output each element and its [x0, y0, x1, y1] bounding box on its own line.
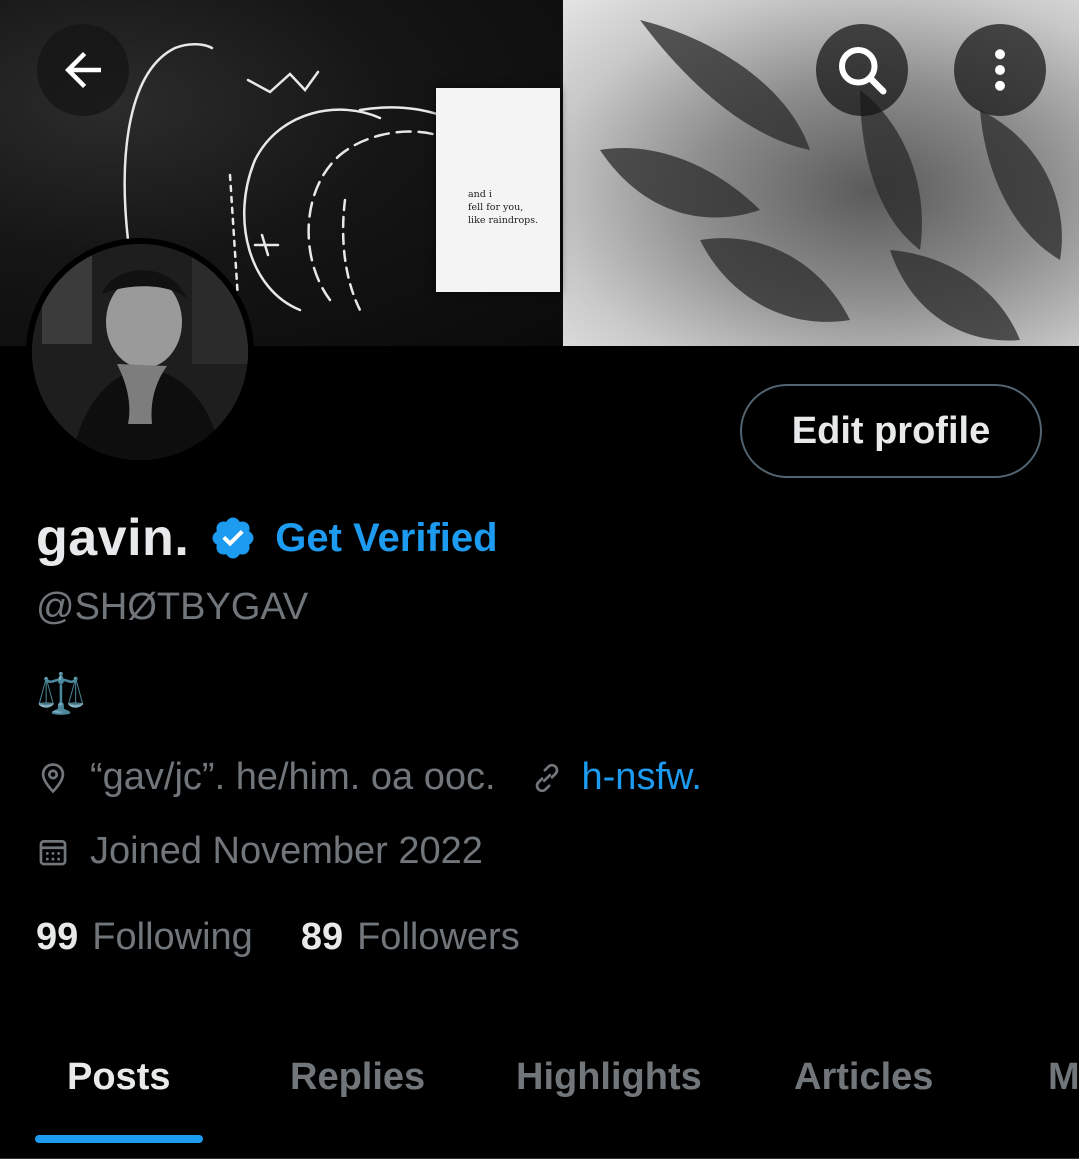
active-tab-indicator: [35, 1135, 203, 1143]
profile-bio: ⚖️: [36, 672, 86, 716]
more-options-button[interactable]: [954, 24, 1046, 116]
quote-card: and i fell for you, like raindrops.: [436, 88, 560, 292]
arrow-left-icon: [65, 52, 101, 88]
follow-stats: 99 Following 89 Followers: [36, 916, 568, 959]
edit-profile-button[interactable]: Edit profile: [740, 384, 1042, 478]
display-name: gavin.: [36, 509, 190, 567]
verified-badge-icon[interactable]: [209, 514, 257, 562]
quote-text: and i fell for you, like raindrops.: [468, 189, 539, 226]
get-verified-link[interactable]: Get Verified: [275, 516, 497, 561]
following-stat[interactable]: 99 Following: [36, 916, 253, 959]
location-row: “gav/jc”. he/him. oa ooc. h-nsfw.: [36, 756, 702, 799]
location-pin-icon: [41, 762, 65, 793]
followers-label: Followers: [357, 916, 520, 958]
tab-highlights[interactable]: Highlights: [516, 1056, 702, 1099]
followers-count: 89: [300, 916, 344, 958]
more-vertical-icon: [995, 49, 1005, 91]
profile-avatar[interactable]: [26, 238, 254, 466]
tab-replies[interactable]: Replies: [290, 1056, 425, 1099]
name-row: gavin. Get Verified: [36, 508, 498, 568]
following-count: 99: [36, 916, 79, 958]
search-icon: [839, 47, 887, 95]
tab-articles[interactable]: Articles: [794, 1056, 933, 1099]
calendar-icon: [39, 839, 67, 865]
location-text: “gav/jc”. he/him. oa ooc.: [90, 756, 496, 798]
profile-website-link[interactable]: h-nsfw.: [582, 756, 702, 799]
avatar-portrait: [32, 244, 248, 460]
following-label: Following: [92, 916, 253, 958]
search-button[interactable]: [816, 24, 908, 116]
link-icon: [535, 763, 558, 792]
joined-row: Joined November 2022: [36, 830, 483, 873]
tab-posts[interactable]: Posts: [67, 1056, 170, 1099]
avatar-photo: [32, 244, 248, 460]
tab-media-partial[interactable]: M: [1048, 1056, 1079, 1099]
joined-text: Joined November 2022: [90, 830, 483, 872]
profile-handle: @SHØTBYGAV: [36, 586, 309, 628]
followers-stat[interactable]: 89 Followers: [301, 916, 520, 959]
back-button[interactable]: [37, 24, 129, 116]
